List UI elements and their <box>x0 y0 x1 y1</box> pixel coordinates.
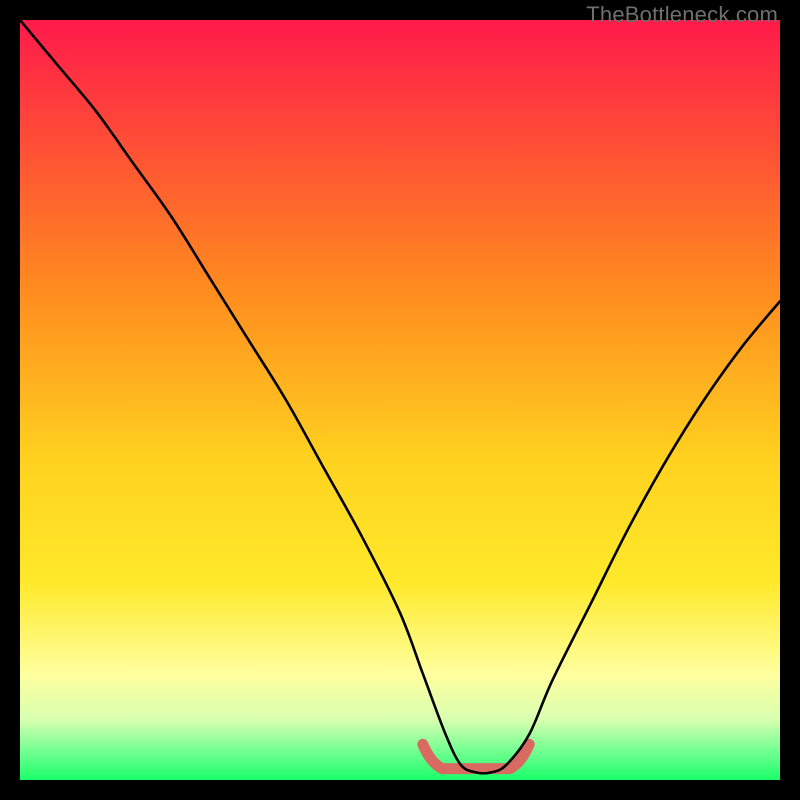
chart-overlay <box>20 20 780 780</box>
watermark-text: TheBottleneck.com <box>586 2 778 28</box>
chart-frame <box>20 20 780 780</box>
bottleneck-curve <box>20 20 780 773</box>
